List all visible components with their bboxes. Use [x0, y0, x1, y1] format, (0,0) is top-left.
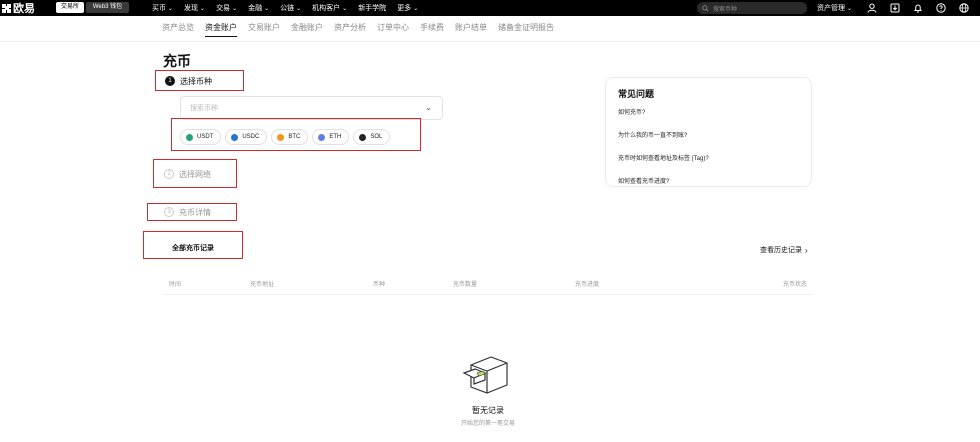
step-label: 充币详情: [179, 207, 211, 217]
view-history-link[interactable]: 查看历史记录 ›: [760, 245, 808, 255]
globe-icon[interactable]: [958, 2, 970, 14]
chevron-down-icon: ⌄: [232, 5, 238, 12]
empty-box-icon: [462, 356, 508, 394]
faq-link[interactable]: 如何查看充币进度?: [618, 176, 799, 185]
column-coin: 币种: [373, 282, 386, 288]
logo-text: 欧易: [13, 3, 35, 15]
nav-item-more[interactable]: 更多 ⌄: [397, 3, 418, 13]
page-title: 充币: [163, 53, 191, 69]
step-select-network: 2 选择网络: [164, 168, 211, 180]
step-deposit-details: 3 充币详情: [164, 206, 211, 218]
chevron-down-icon: ⌄: [168, 5, 174, 12]
step-number: 1: [165, 76, 175, 86]
chevron-down-icon: ⌄: [847, 5, 853, 12]
coin-chip-sol[interactable]: SOL: [353, 129, 391, 145]
tab-statements[interactable]: 账户结单: [455, 21, 487, 37]
tab-proof-of-reserves[interactable]: 储备金证明报告: [498, 21, 554, 37]
tab-trading-account[interactable]: 交易账户: [248, 21, 280, 37]
faq-title: 常见问题: [618, 89, 655, 99]
usdc-icon: [231, 133, 239, 141]
step-number: 2: [164, 169, 174, 179]
asset-management-menu[interactable]: 资产管理 ⌄: [817, 0, 852, 16]
nav-item-chain[interactable]: 公链 ⌄: [280, 3, 301, 13]
tab-earn-account[interactable]: 金融账户: [291, 21, 323, 37]
account-tabs: 资产总览 资金账户 交易账户 金融账户 资产分析 订单中心 手续费 账户结单 储…: [162, 21, 554, 37]
tab-funding-account[interactable]: 资金账户: [205, 21, 237, 37]
chevron-down-icon: ⌄: [200, 5, 206, 12]
bell-icon[interactable]: [912, 2, 924, 14]
coin-select-placeholder: 搜索币种: [190, 105, 218, 112]
eth-icon: [318, 133, 326, 141]
search-placeholder: 搜索币种: [713, 6, 738, 13]
coin-chip-eth[interactable]: ETH: [312, 129, 350, 145]
sol-icon: [359, 133, 367, 141]
nav-item-academy[interactable]: 新手学院: [358, 3, 386, 13]
header-icons: [866, 2, 970, 14]
search-icon: [702, 4, 709, 12]
chevron-down-icon: ⌄: [425, 103, 432, 112]
column-amount: 充币数量: [453, 282, 478, 288]
search-input[interactable]: 搜索币种: [697, 2, 807, 14]
exchange-toggle[interactable]: 交易所: [56, 2, 84, 13]
tab-order-center[interactable]: 订单中心: [377, 21, 409, 37]
nav-item-buy[interactable]: 买币 ⌄: [152, 3, 173, 13]
nav-item-discover[interactable]: 发现 ⌄: [184, 3, 205, 13]
faq-link[interactable]: 为什么我的币一直不到账?: [618, 130, 799, 139]
coin-chip-usdt[interactable]: USDT: [180, 129, 222, 145]
chevron-down-icon: ⌄: [296, 5, 302, 12]
step-label: 选择币种: [180, 76, 212, 86]
column-address: 充币地址: [250, 282, 275, 288]
nav-item-trade[interactable]: 交易 ⌄: [216, 3, 237, 13]
faq-link[interactable]: 充币时如何查看地址及标签 (Tag)?: [618, 153, 799, 162]
tab-asset-analysis[interactable]: 资产分析: [334, 21, 366, 37]
column-status: 充币状态: [782, 282, 807, 288]
column-time: 时间: [169, 282, 182, 288]
coin-chip-usdc[interactable]: USDC: [225, 129, 268, 145]
nav-item-finance[interactable]: 金融 ⌄: [248, 3, 269, 13]
tab-asset-overview[interactable]: 资产总览: [162, 21, 194, 37]
coin-select-dropdown[interactable]: 搜索币种 ⌄: [180, 96, 443, 120]
coin-chip-btc[interactable]: BTC: [271, 129, 309, 145]
divider: [163, 294, 813, 295]
faq-panel: 常见问题 如何充币? 为什么我的币一直不到账? 充币时如何查看地址及标签 (Ta…: [605, 77, 812, 187]
tab-fees[interactable]: 手续费: [420, 21, 444, 37]
logo[interactable]: 欧易: [2, 0, 35, 16]
deposit-history-title[interactable]: 全部充币记录: [172, 243, 214, 253]
chevron-down-icon: ⌄: [413, 5, 419, 12]
chevron-down-icon: ⌄: [264, 5, 270, 12]
divider: [0, 41, 980, 42]
nav-item-institutional[interactable]: 机构客户 ⌄: [312, 3, 347, 13]
empty-state-subtitle: 开始您的第一笔交易: [460, 421, 515, 427]
user-icon[interactable]: [866, 2, 878, 14]
popular-coins: USDT USDC BTC ETH SOL: [180, 129, 391, 145]
step-label: 选择网络: [179, 169, 211, 179]
main-nav: 买币 ⌄ 发现 ⌄ 交易 ⌄ 金融 ⌄ 公链 ⌄ 机构客户 ⌄ 新手学院 更多 ⌄: [152, 0, 418, 16]
download-icon[interactable]: [889, 2, 901, 14]
usdt-icon: [186, 133, 193, 141]
faq-link[interactable]: 如何充币?: [618, 107, 799, 116]
help-icon[interactable]: [935, 2, 947, 14]
chevron-down-icon: ⌄: [342, 5, 348, 12]
top-navigation-bar: 欧易 交易所 Web3 钱包 买币 ⌄ 发现 ⌄ 交易 ⌄ 金融 ⌄ 公链 ⌄ 机构客户 ⌄…: [0, 0, 980, 16]
btc-icon: [277, 133, 285, 141]
web3-wallet-toggle[interactable]: Web3 钱包: [86, 2, 129, 13]
chevron-right-icon: ›: [805, 245, 808, 255]
empty-state-title: 暂无记录: [472, 406, 504, 415]
step-select-coin: 1 选择币种: [165, 74, 212, 88]
table-header: 时间 充币地址 币种 充币数量 充币进度 充币状态: [163, 279, 813, 291]
logo-mark-icon: [2, 3, 11, 13]
step-number: 3: [164, 207, 174, 217]
column-progress: 充币进度: [575, 282, 600, 288]
